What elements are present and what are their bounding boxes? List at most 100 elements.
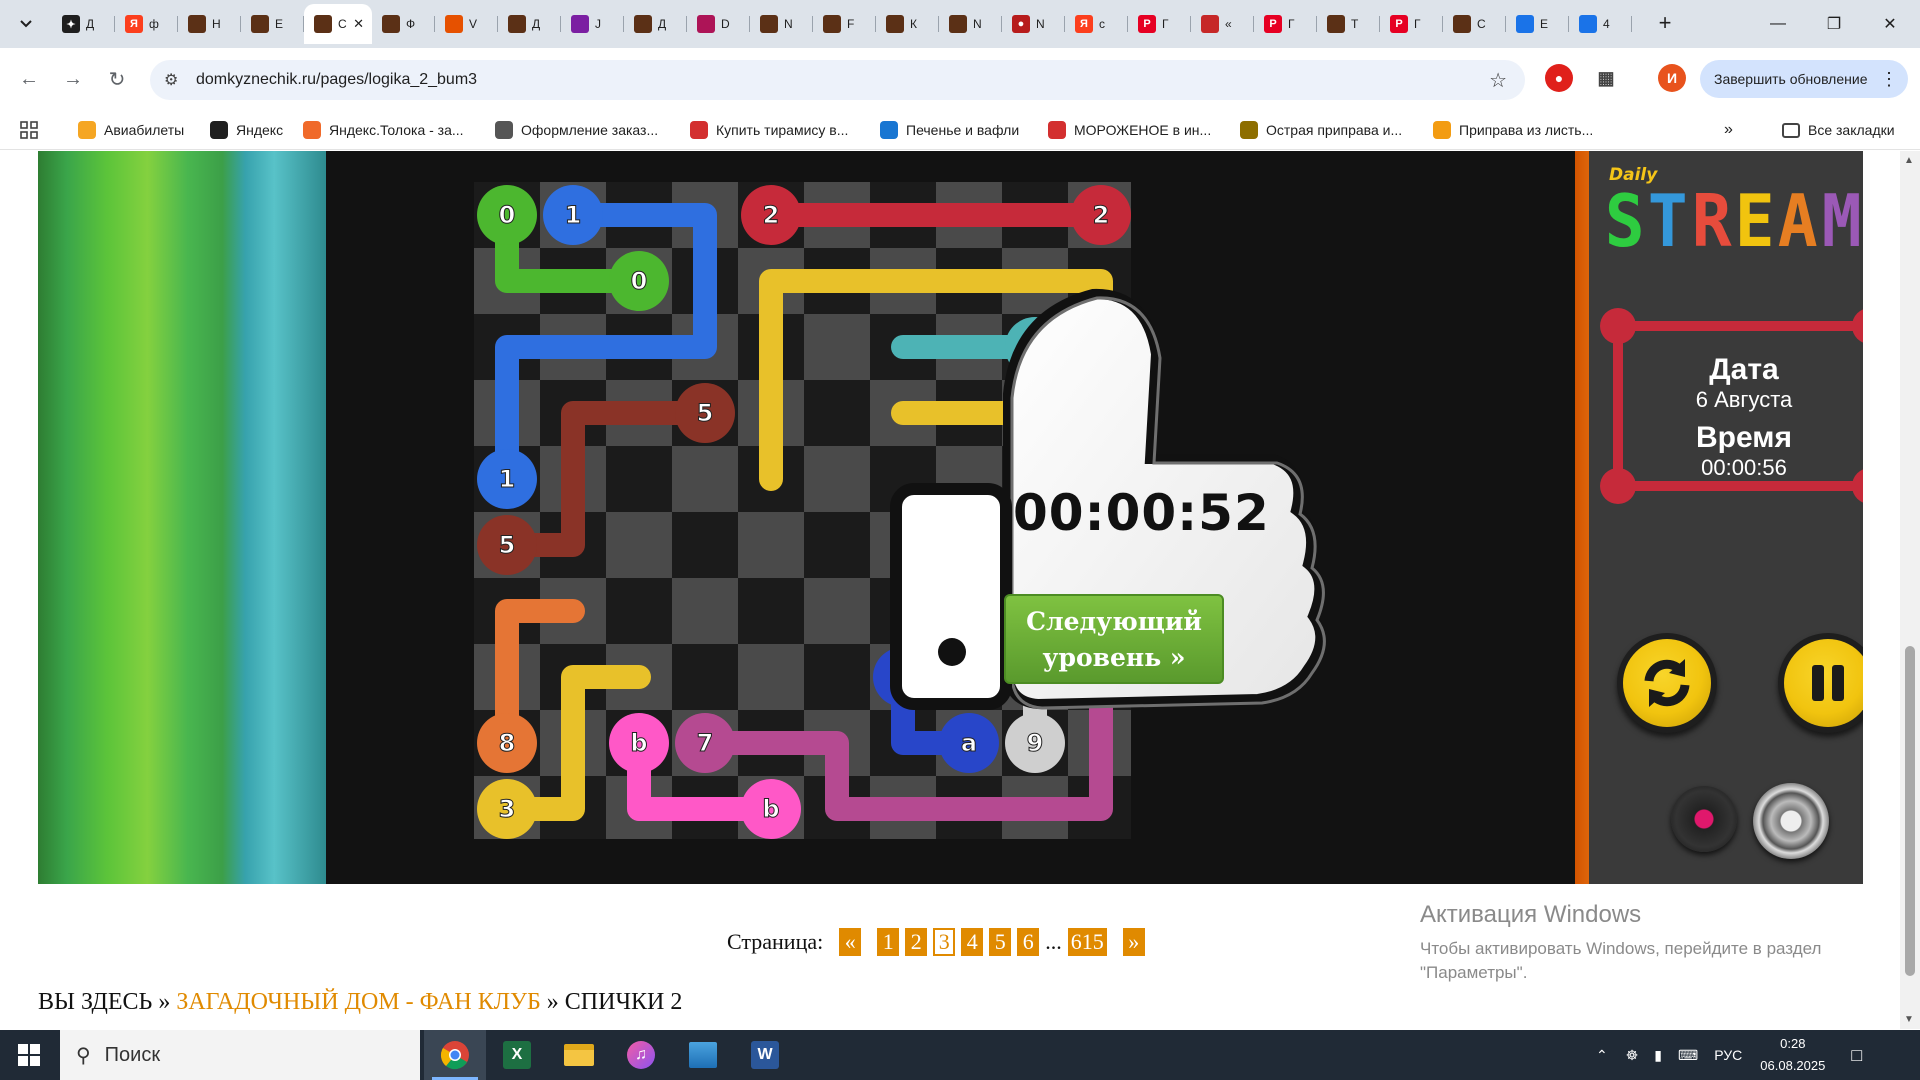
tab[interactable]: К [876,4,939,44]
url-text[interactable]: domkyznechik.ru/pages/logika_2_bum3 [196,71,477,89]
page-link[interactable]: 6 [1017,928,1040,956]
address-bar[interactable]: ⚙ domkyznechik.ru/pages/logika_2_bum3 ☆ [150,60,1525,100]
bookmark-item[interactable]: Авиабилеты [78,110,184,150]
tab[interactable]: ● N [1002,4,1065,44]
flow-endpoint[interactable]: 2 [1071,185,1131,245]
pause-button[interactable] [1784,639,1863,727]
tab[interactable]: Д [624,4,687,44]
bookmark-item[interactable]: Яндекс [210,110,283,150]
tab[interactable]: F [813,4,876,44]
tab[interactable]: С [1443,4,1506,44]
reload-button[interactable]: ↻ [102,64,132,94]
tab[interactable]: PГ [1254,4,1317,44]
flow-endpoint[interactable]: 5 [675,383,735,443]
start-button[interactable] [0,1030,58,1080]
kebab-menu-icon[interactable]: ⋮ [1880,69,1898,90]
language-indicator[interactable]: РУС [1714,1047,1742,1063]
flow-endpoint[interactable]: 0 [609,251,669,311]
page-link[interactable]: 3 [933,928,956,956]
taskbar-search[interactable]: ⚲ Поиск [60,1030,420,1080]
bookmark-star-icon[interactable]: ☆ [1489,68,1507,93]
tab[interactable]: J [561,4,624,44]
breadcrumb-link[interactable]: ЗАГАДОЧНЫЙ ДОМ - ФАН КЛУБ [176,989,540,1015]
bookmark-item[interactable]: МОРОЖЕНОЕ в ин... [1048,110,1211,150]
forward-button[interactable]: → [58,64,88,94]
page-link[interactable]: 4 [961,928,984,956]
tab[interactable]: PГ [1128,4,1191,44]
page-link[interactable]: 5 [989,928,1012,956]
adblock-extension-icon[interactable]: ● [1545,64,1573,92]
back-button[interactable]: ← [14,64,44,94]
flow-endpoint[interactable]: b [609,713,669,773]
close-tab-icon[interactable]: ✕ [353,16,364,32]
taskbar-word[interactable]: W [734,1030,796,1080]
tab[interactable]: « [1191,4,1254,44]
scroll-down-arrow-icon[interactable]: ▼ [1904,1014,1914,1025]
page-link-last[interactable]: 615 [1067,928,1107,956]
next-page-button[interactable]: » [1122,928,1145,956]
tab-search-menu-button[interactable] [12,12,40,36]
minimize-button[interactable]: — [1750,0,1806,48]
battery-icon[interactable]: ▮ [1654,1047,1662,1064]
flow-endpoint[interactable]: 7 [675,713,735,773]
flow-endpoint[interactable]: 2 [741,185,801,245]
tab[interactable]: Е [1506,4,1569,44]
update-button[interactable]: Завершить обновление ⋮ [1700,60,1908,98]
scrollbar-thumb[interactable] [1905,646,1915,976]
page-link[interactable]: 1 [877,928,900,956]
all-bookmarks-button[interactable]: Все закладки [1782,110,1895,150]
flow-endpoint[interactable]: 0 [477,185,537,245]
next-level-button[interactable]: Следующий уровень » [1004,594,1224,684]
tab[interactable]: D [687,4,750,44]
restore-button[interactable]: ❐ [1806,0,1862,48]
sound-speaker-button[interactable] [1753,783,1829,859]
profile-avatar[interactable]: И [1658,64,1686,92]
prev-page-button[interactable]: « [839,928,862,956]
page-scrollbar[interactable]: ▲ ▼ [1900,151,1920,1029]
extensions-puzzle-icon[interactable]: ▦ [1592,64,1620,92]
bookmark-item[interactable]: Острая приправа и... [1240,110,1402,150]
network-icon[interactable]: ☸ [1626,1047,1639,1064]
more-bookmarks-chevron-icon[interactable]: » [1724,110,1733,150]
bookmark-item[interactable]: Печенье и вафли [880,110,1019,150]
tab[interactable]: Н [178,4,241,44]
tab[interactable]: PГ [1380,4,1443,44]
tab[interactable]: Яф [115,4,178,44]
taskbar-itunes[interactable]: ♫ [610,1030,672,1080]
close-window-button[interactable]: ✕ [1862,0,1918,48]
tab[interactable]: Ф [372,4,435,44]
taskbar-chrome[interactable] [424,1030,486,1080]
new-tab-button[interactable]: + [1650,8,1680,38]
scroll-up-arrow-icon[interactable]: ▲ [1904,155,1914,166]
flow-endpoint[interactable]: 3 [477,779,537,839]
flow-endpoint[interactable]: b [741,779,801,839]
tab[interactable]: Яс [1065,4,1128,44]
bookmark-item[interactable]: Купить тирамису в... [690,110,848,150]
clock[interactable]: 0:28 06.08.2025 [1760,1033,1825,1077]
flow-endpoint[interactable]: 1 [477,449,537,509]
flow-endpoint[interactable]: 1 [543,185,603,245]
bookmark-item[interactable]: Приправа из листь... [1433,110,1593,150]
tab[interactable]: Е [241,4,304,44]
tab[interactable]: N [750,4,813,44]
tab-active[interactable]: С ✕ [304,4,372,44]
apps-grid-icon[interactable] [20,110,38,150]
tab[interactable]: N [939,4,1002,44]
flow-endpoint[interactable]: 8 [477,713,537,773]
taskbar-excel[interactable]: X [486,1030,548,1080]
tab[interactable]: ✦ Д [52,4,115,44]
bookmark-item[interactable]: Яндекс.Толока - за... [303,110,464,150]
taskbar-photos[interactable] [672,1030,734,1080]
tab[interactable]: V [435,4,498,44]
keyboard-icon[interactable]: ⌨ [1678,1047,1698,1064]
page-link[interactable]: 2 [905,928,928,956]
bookmark-item[interactable]: Оформление заказ... [495,110,658,150]
record-button[interactable] [1671,786,1737,852]
restart-button[interactable] [1623,639,1711,727]
tab[interactable]: 4 [1569,4,1632,44]
tab[interactable]: Д [498,4,561,44]
tray-chevron-icon[interactable]: ⌃ [1596,1047,1608,1064]
flow-endpoint[interactable]: 5 [477,515,537,575]
taskbar-explorer[interactable] [548,1030,610,1080]
notifications-icon[interactable]: □ [1851,1045,1862,1066]
